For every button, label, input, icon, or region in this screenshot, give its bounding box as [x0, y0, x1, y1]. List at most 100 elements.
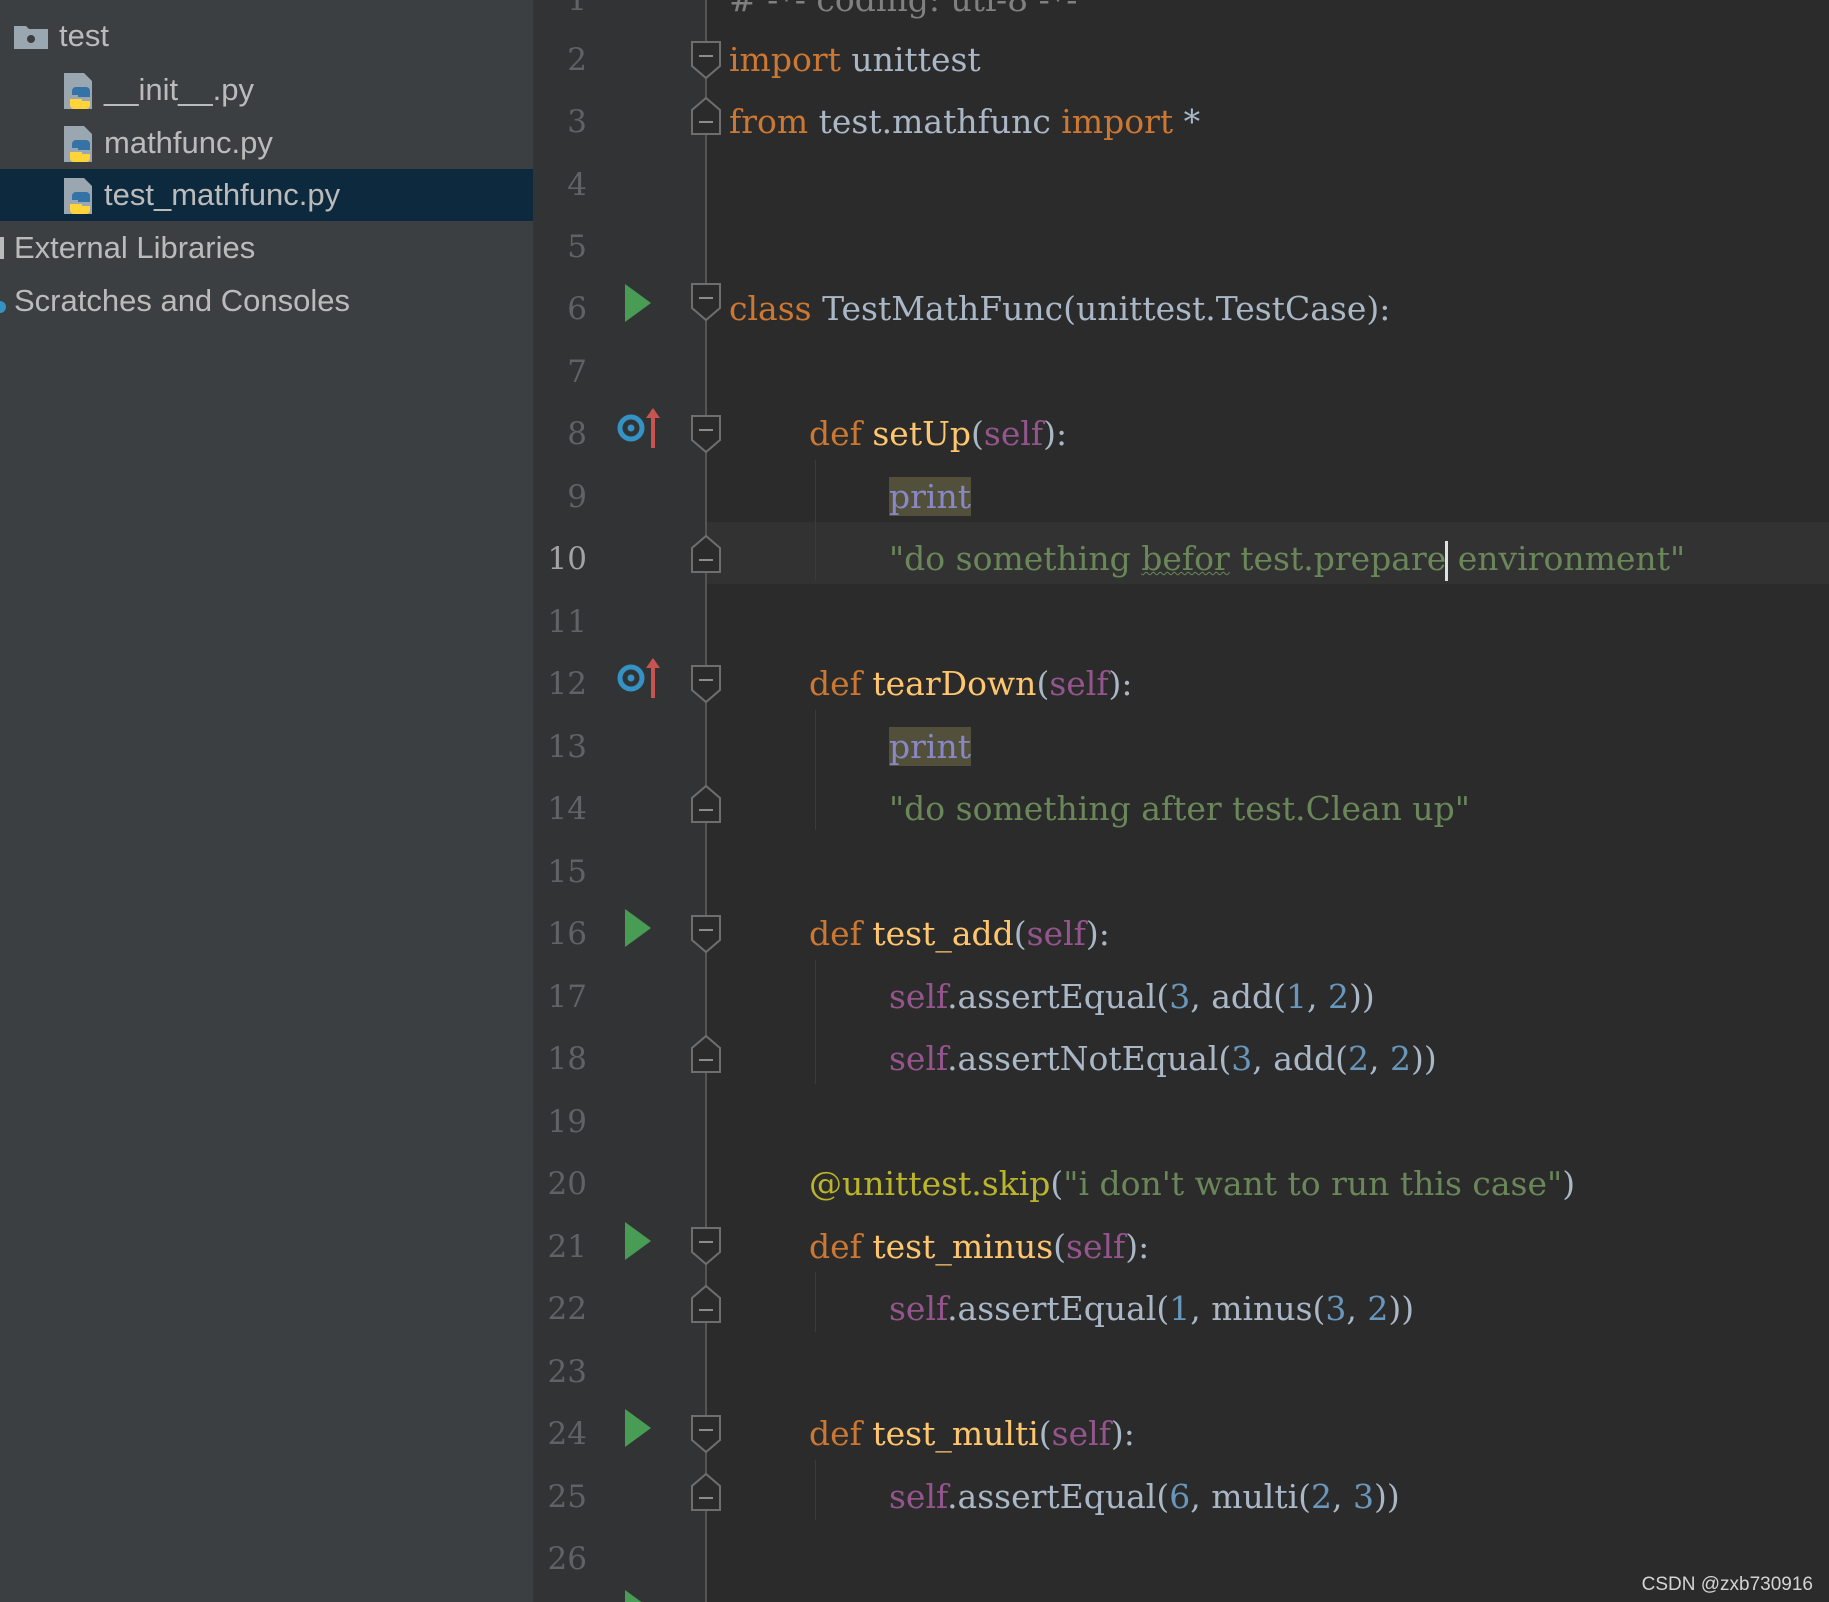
line-number: 25	[547, 1479, 587, 1515]
tree-item-label: External Libraries	[14, 230, 256, 265]
tree-item-external-libraries[interactable]: External Libraries	[0, 222, 533, 274]
number-literal: 3	[1231, 1039, 1253, 1078]
code-text: ):	[1043, 414, 1068, 453]
line-number: 21	[547, 1229, 587, 1265]
line-number: 26	[547, 1541, 587, 1577]
keyword: def	[809, 1414, 862, 1453]
code-line-18: self.assertNotEqual(3, add(2, 2))	[889, 1028, 1437, 1090]
code-line-20: @unittest.skip("i don't want to run this…	[809, 1153, 1575, 1215]
fold-end-icon[interactable]	[690, 534, 722, 574]
keyword: class	[729, 289, 812, 328]
code-editor[interactable]: 1 2 3 4 5 6 7 8 9 10 11 12 13 14 15 16 1…	[533, 0, 1829, 1602]
code-text: ,	[1369, 1039, 1391, 1078]
fold-start-icon[interactable]	[690, 40, 722, 80]
line-number: 11	[547, 604, 587, 640]
tree-item-scratches-and-consoles[interactable]: Scratches and Consoles	[0, 275, 533, 327]
fold-end-icon[interactable]	[690, 784, 722, 824]
run-icon[interactable]	[621, 1220, 655, 1262]
code-line-6: class TestMathFunc(unittest.TestCase):	[729, 278, 1390, 340]
fold-start-icon[interactable]	[690, 914, 722, 954]
code-text: (	[1050, 1164, 1064, 1203]
fold-start-icon[interactable]	[690, 1226, 722, 1266]
line-number-current: 10	[547, 541, 587, 577]
code-text: , multi(	[1190, 1477, 1312, 1516]
tree-item-label: mathfunc.py	[104, 125, 273, 160]
code-text: .assertEqual(	[947, 1289, 1170, 1328]
line-number: 23	[547, 1354, 587, 1390]
fold-start-icon[interactable]	[690, 282, 722, 322]
line-number: 6	[567, 291, 587, 327]
code-line-8: def setUp(self):	[809, 403, 1067, 465]
code-text: ))	[1388, 1289, 1415, 1328]
line-number: 3	[567, 104, 587, 140]
run-icon[interactable]	[621, 282, 655, 324]
fold-start-icon[interactable]	[690, 1414, 722, 1454]
line-number: 12	[547, 666, 587, 702]
code-line-16: def test_add(self):	[809, 903, 1110, 965]
code-line-10: "do something befor test.prepare environ…	[889, 528, 1685, 590]
function-name: tearDown	[861, 664, 1037, 703]
override-method-icon[interactable]	[617, 404, 667, 448]
string-literal: test.prepare	[1229, 539, 1447, 578]
code-line-14: "do something after test.Clean up"	[889, 789, 1470, 828]
fold-end-icon[interactable]	[690, 1284, 722, 1324]
self-param: self	[889, 1477, 948, 1516]
code-text: ,	[1307, 977, 1328, 1016]
code-text: , add(	[1252, 1039, 1349, 1078]
number-literal: 6	[1169, 1477, 1191, 1516]
override-method-icon[interactable]	[617, 654, 667, 698]
self-param: self	[1049, 664, 1109, 703]
run-icon[interactable]	[621, 1588, 655, 1602]
keyword: def	[809, 414, 862, 453]
self-param: self	[983, 414, 1044, 453]
self-param: self	[889, 1289, 948, 1328]
code-line-2: import unittest	[729, 29, 981, 91]
tree-item-label: test_mathfunc.py	[104, 177, 341, 212]
code-text: , add(	[1190, 977, 1287, 1016]
keyword: import	[729, 40, 841, 79]
code-text: .assertEqual(	[947, 977, 1170, 1016]
line-number: 4	[567, 167, 587, 203]
indent-guide	[815, 960, 816, 1084]
fold-end-icon[interactable]	[690, 1034, 722, 1074]
code-text: (	[1013, 914, 1027, 953]
string-literal: "do something	[889, 539, 1142, 578]
scratches-icon	[0, 301, 6, 313]
folder-icon	[14, 26, 48, 49]
run-icon[interactable]	[621, 907, 655, 949]
line-number: 15	[547, 854, 587, 890]
function-name: test_multi	[861, 1414, 1039, 1453]
fold-start-icon[interactable]	[690, 664, 722, 704]
line-number: 18	[547, 1041, 587, 1077]
self-param: self	[1051, 1414, 1111, 1453]
code-line-21: def test_minus(self):	[809, 1216, 1149, 1278]
code-text: ,	[1332, 1477, 1353, 1516]
tree-item-test-folder[interactable]: test	[0, 10, 533, 62]
number-literal: 3	[1353, 1477, 1374, 1516]
number-literal: 2	[1348, 1039, 1370, 1078]
fold-start-icon[interactable]	[690, 414, 722, 454]
self-param: self	[889, 1039, 948, 1078]
python-file-icon	[64, 73, 92, 109]
tree-item-init-py[interactable]: __init__.py	[0, 64, 533, 116]
fold-end-icon[interactable]	[690, 96, 722, 136]
self-param: self	[889, 977, 948, 1016]
code-text: ))	[1374, 1477, 1400, 1516]
line-number: 9	[567, 479, 587, 515]
line-number: 17	[547, 979, 587, 1015]
code-text: ))	[1349, 977, 1375, 1016]
tree-item-label: Scratches and Consoles	[14, 283, 351, 318]
code-text: *	[1173, 102, 1201, 141]
tree-item-mathfunc-py[interactable]: mathfunc.py	[0, 117, 533, 169]
self-param: self	[1026, 914, 1086, 953]
code-line-17: self.assertEqual(3, add(1, 2))	[889, 966, 1375, 1028]
code-text: ):	[1108, 664, 1133, 703]
code-text: (	[971, 414, 984, 453]
fold-end-icon[interactable]	[690, 1472, 722, 1512]
code-text: TestMathFunc(unittest.TestCase):	[811, 289, 1391, 328]
code-line-24: def test_multi(self):	[809, 1403, 1135, 1465]
line-number: 22	[547, 1291, 587, 1327]
run-icon[interactable]	[621, 1407, 655, 1449]
tree-item-test-mathfunc-py[interactable]: test_mathfunc.py	[0, 169, 533, 221]
code-text: ):	[1085, 914, 1110, 953]
